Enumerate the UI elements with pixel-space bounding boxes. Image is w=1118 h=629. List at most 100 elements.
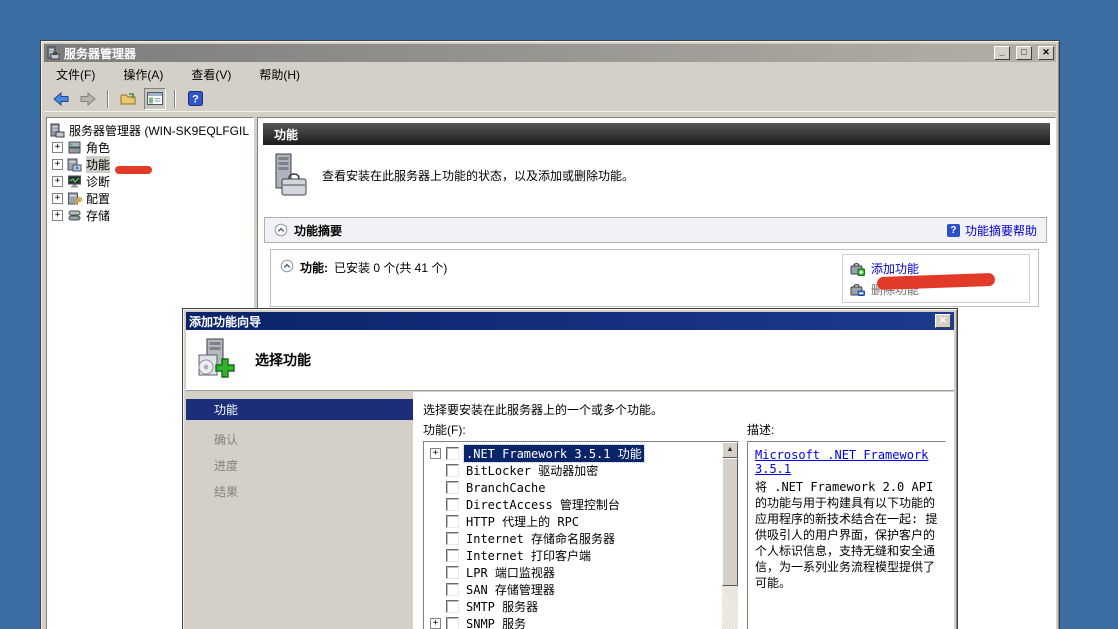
feature-checkbox[interactable] xyxy=(446,566,459,579)
features-summary-header: 功能摘要 ? 功能摘要帮助 xyxy=(264,217,1047,243)
summary-help-icon: ? xyxy=(947,224,960,237)
features-listbox[interactable]: + .NET Framework 3.5.1 功能 BitLocker 驱动器加… xyxy=(423,441,739,629)
scroll-up-button[interactable]: ▲ xyxy=(722,442,738,458)
tree-item-diagnostics[interactable]: + 诊断 xyxy=(50,173,253,190)
tree-root-server-manager[interactable]: 服务器管理器 (WIN-SK9EQLFGIL xyxy=(50,122,253,139)
description-label: 描述: xyxy=(747,421,774,438)
feature-checkbox[interactable] xyxy=(446,464,459,477)
wizard-close-button[interactable]: ✕ xyxy=(935,314,951,328)
feature-checkbox[interactable] xyxy=(446,498,459,511)
window-titlebar[interactable]: 服务器管理器 _ □ ✕ xyxy=(44,44,1056,62)
feature-label: SNMP 服务 xyxy=(464,615,528,629)
feature-checkbox[interactable] xyxy=(446,515,459,528)
expand-icon[interactable]: + xyxy=(52,193,63,204)
wizard-titlebar[interactable]: 添加功能向导 ✕ xyxy=(186,312,954,330)
storage-icon xyxy=(67,208,82,223)
add-features-link[interactable]: 添加功能 xyxy=(871,260,919,277)
feature-label: DirectAccess 管理控制台 xyxy=(464,496,622,513)
help-button[interactable]: ? xyxy=(184,88,206,110)
feature-row[interactable]: + SNMP 服务 xyxy=(430,615,738,629)
expand-icon[interactable]: + xyxy=(52,159,63,170)
feature-row[interactable]: Internet 打印客户端 xyxy=(430,547,738,564)
feature-label: .NET Framework 3.5.1 功能 xyxy=(464,445,644,462)
feature-row[interactable]: BitLocker 驱动器加密 xyxy=(430,462,738,479)
maximize-button[interactable]: □ xyxy=(1016,46,1032,60)
description-box: Microsoft .NET Framework 3.5.1 将 .NET Fr… xyxy=(747,441,946,629)
scrollbar-thumb[interactable] xyxy=(722,458,738,586)
tree-item-label: 配置 xyxy=(86,190,110,207)
feature-checkbox[interactable] xyxy=(446,617,459,629)
panel-title: 功能 xyxy=(274,126,298,143)
wizard-body: 功能 确认 进度 结果 选择要安装在此服务器上的一个或多个功能。 功能(F): … xyxy=(186,392,954,629)
forward-button[interactable] xyxy=(77,88,99,110)
description-feature-link[interactable]: Microsoft .NET Framework 3.5.1 xyxy=(755,448,928,476)
wizard-header: 选择功能 xyxy=(186,330,954,391)
description-text: 将 .NET Framework 2.0 API 的功能与用于构建具有以下功能的… xyxy=(755,479,938,591)
feature-row[interactable]: BranchCache xyxy=(430,479,738,496)
console-properties-button[interactable] xyxy=(144,88,166,110)
show-hide-tree-button[interactable] xyxy=(117,88,139,110)
tree-item-label: 存储 xyxy=(86,207,110,224)
summary-title: 功能摘要 xyxy=(294,222,342,239)
step-progress[interactable]: 进度 xyxy=(186,452,413,478)
forward-arrow-icon xyxy=(79,92,97,106)
menu-help[interactable]: 帮助(H) xyxy=(259,66,300,83)
menu-file[interactable]: 文件(F) xyxy=(56,66,95,83)
tree-item-configuration[interactable]: + 配置 xyxy=(50,190,253,207)
feature-checkbox[interactable] xyxy=(446,600,459,613)
help-icon: ? xyxy=(188,91,203,106)
feature-checkbox[interactable] xyxy=(446,447,459,460)
back-button[interactable] xyxy=(50,88,72,110)
listbox-scrollbar[interactable]: ▲ xyxy=(722,442,738,629)
close-button[interactable]: ✕ xyxy=(1038,46,1054,60)
collapse-chevron-icon[interactable] xyxy=(274,223,288,237)
feature-row[interactable]: SMTP 服务器 xyxy=(430,598,738,615)
server-manager-node-icon xyxy=(50,123,65,138)
feature-checkbox[interactable] xyxy=(446,583,459,596)
expand-icon[interactable]: + xyxy=(430,618,441,629)
feature-row[interactable]: SAN 存储管理器 xyxy=(430,581,738,598)
wizard-steps: 功能 确认 进度 结果 xyxy=(186,392,413,629)
server-manager-app-icon xyxy=(46,46,60,60)
step-confirmation[interactable]: 确认 xyxy=(186,426,413,452)
feature-label: SMTP 服务器 xyxy=(464,598,540,615)
wizard-page-title: 选择功能 xyxy=(255,350,311,370)
toolbar-separator xyxy=(107,90,109,108)
expand-icon[interactable]: + xyxy=(430,448,441,459)
collapse-chevron-icon[interactable] xyxy=(280,259,294,273)
feature-label: SAN 存储管理器 xyxy=(464,581,557,598)
feature-row[interactable]: HTTP 代理上的 RPC xyxy=(430,513,738,530)
feature-row[interactable]: LPR 端口监视器 xyxy=(430,564,738,581)
feature-row[interactable]: DirectAccess 管理控制台 xyxy=(430,496,738,513)
features-list-label: 功能(F): xyxy=(423,421,466,438)
features-count-label: 功能: xyxy=(300,259,328,276)
panel-header: 功能 xyxy=(263,123,1050,145)
feature-row[interactable]: + .NET Framework 3.5.1 功能 xyxy=(430,445,738,462)
expand-icon[interactable]: + xyxy=(52,176,63,187)
feature-checkbox[interactable] xyxy=(446,549,459,562)
toolbar: ? xyxy=(44,86,1056,112)
tree-item-storage[interactable]: + 存储 xyxy=(50,207,253,224)
menu-bar: 文件(F) 操作(A) 查看(V) 帮助(H) xyxy=(44,62,1056,86)
toolbar-separator xyxy=(174,90,176,108)
feature-checkbox[interactable] xyxy=(446,481,459,494)
expand-icon[interactable]: + xyxy=(52,210,63,221)
expand-icon[interactable]: + xyxy=(52,142,63,153)
tree-item-roles[interactable]: + 角色 xyxy=(50,139,253,156)
configuration-icon xyxy=(67,191,82,206)
server-toolbox-icon xyxy=(270,153,308,201)
minimize-button[interactable]: _ xyxy=(994,46,1010,60)
features-intro: 查看安装在此服务器上功能的状态，以及添加或删除功能。 xyxy=(270,153,1055,201)
step-results[interactable]: 结果 xyxy=(186,478,413,504)
feature-label: BranchCache xyxy=(464,481,547,495)
summary-help-link[interactable]: 功能摘要帮助 xyxy=(965,222,1037,239)
menu-action[interactable]: 操作(A) xyxy=(123,66,163,83)
features-intro-text: 查看安装在此服务器上功能的状态，以及添加或删除功能。 xyxy=(322,167,634,184)
feature-label: Internet 打印客户端 xyxy=(464,547,593,564)
feature-row[interactable]: Internet 存储命名服务器 xyxy=(430,530,738,547)
wizard-title: 添加功能向导 xyxy=(189,313,927,330)
menu-view[interactable]: 查看(V) xyxy=(191,66,231,83)
feature-checkbox[interactable] xyxy=(446,532,459,545)
diagnostics-icon xyxy=(67,174,82,189)
step-features[interactable]: 功能 xyxy=(186,399,413,420)
